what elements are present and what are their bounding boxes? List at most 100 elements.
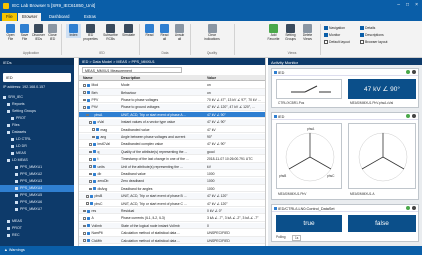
read-all-button[interactable]: Read all	[157, 24, 172, 41]
column-header-value[interactable]: Value	[207, 76, 263, 80]
expand-icon[interactable]	[83, 106, 86, 109]
table-row[interactable]: db Deadband value 1000	[79, 171, 265, 178]
default-layout-button[interactable]: Default layout	[324, 40, 350, 44]
close-icon[interactable]	[412, 206, 416, 211]
expand-icon[interactable]	[92, 128, 95, 131]
expand-icon[interactable]	[89, 187, 92, 191]
tree-node[interactable]: MEAS	[0, 218, 74, 225]
expand-icon[interactable]	[83, 239, 86, 242]
table-row[interactable]: zeroDb Zero deadband 1000	[79, 178, 265, 185]
phasor-diagram[interactable]: phsA phsB phsC	[276, 123, 342, 189]
tree-node[interactable]: PROT	[0, 225, 74, 232]
expand-icon[interactable]	[89, 172, 92, 176]
boolean-tile[interactable]: true	[276, 215, 342, 232]
breaker-tile[interactable]	[276, 79, 342, 99]
simulate-button[interactable]: Simulate	[121, 24, 136, 38]
tree-node[interactable]: MEAS	[0, 150, 74, 157]
subscribe-rcbs-button[interactable]: Subscribe RCBs	[103, 24, 118, 41]
tree-node-selected[interactable]: PPS_MMXU4	[0, 185, 74, 192]
table-row[interactable]: PPV Phase to phase voltages 70 kV ∠ 47°, 1…	[79, 97, 265, 104]
table-row[interactable]: q Quality of the attribute(s) representin…	[79, 148, 265, 156]
table-row[interactable]: A Phase currents (IL1, IL2, IL3) 3 kA ∠ -7…	[79, 215, 265, 222]
tab-dashboard[interactable]: Dashboard	[45, 13, 74, 21]
add-icon[interactable]	[406, 70, 410, 75]
table-row[interactable]: phsC UNIT, ACD, Trip or start event of ph…	[79, 200, 265, 207]
read-button[interactable]: Read	[142, 24, 157, 38]
unsubscribe-all-button[interactable]: Unsub all	[172, 24, 187, 41]
table-row[interactable]: Mod Mode on	[79, 82, 265, 89]
phasor-diagram[interactable]	[348, 123, 416, 189]
tab-extras[interactable]: Extras	[80, 13, 100, 21]
boolean-tile[interactable]: false	[348, 215, 416, 232]
table-row[interactable]: units Unit of the attribute(s) representi…	[79, 163, 265, 170]
expand-icon[interactable]	[83, 224, 86, 228]
open-file-button[interactable]: Open File	[3, 24, 18, 41]
tree-node[interactable]: PPS_MMXU6	[0, 199, 74, 206]
expand-icon[interactable]	[89, 121, 92, 124]
table-row[interactable]: mag Deadbanded value 47 kV	[79, 126, 265, 133]
monitor-checkbox[interactable]: Monitor	[324, 33, 340, 37]
close-ied-button[interactable]: Close IED	[45, 24, 60, 41]
maximize-icon[interactable]: □	[406, 2, 409, 8]
tree-node[interactable]: LD CTRL	[0, 136, 74, 143]
delete-views-button[interactable]: Delete Views	[300, 24, 315, 41]
descriptions-checkbox[interactable]: Descriptions	[360, 33, 384, 37]
value-tile[interactable]: 47 kV ∠ 90°	[348, 79, 416, 99]
expand-icon[interactable]	[89, 150, 92, 154]
setting-groups-button[interactable]: Setting Groups	[283, 24, 298, 41]
tree-node[interactable]: PPS_MMXU1	[0, 164, 74, 171]
tree-node[interactable]: Datasets	[0, 129, 74, 136]
table-row[interactable]: VolImb State of the logical node instant …	[79, 222, 265, 230]
tree-node[interactable]: SR9_IEC	[0, 94, 74, 101]
tree-node[interactable]: PPS_MMXU3	[0, 178, 74, 185]
table-row[interactable]: ang Angle between phase voltages and curr…	[79, 133, 265, 141]
details-checkbox[interactable]: Details	[360, 26, 375, 30]
add-favorite-button[interactable]: Add Favorite	[266, 24, 281, 41]
table-row[interactable]: dbAng Deadband for angles 1000	[79, 186, 265, 193]
device-selector[interactable]: IED	[3, 73, 71, 82]
table-row[interactable]: PhV Phase to ground voltages 47 kV ∠ 120°,…	[79, 104, 265, 111]
expand-icon[interactable]	[89, 165, 92, 168]
expand-icon[interactable]	[83, 98, 86, 102]
expand-icon[interactable]	[83, 209, 86, 213]
table-row-selected[interactable]: phsA UNIT, ACD, Trip or start event of ph…	[79, 111, 265, 119]
discover-ieds-button[interactable]: Discover IEDs	[31, 24, 46, 41]
tab-browser[interactable]: Browser	[18, 13, 42, 21]
expand-icon[interactable]	[83, 84, 86, 87]
expand-icon[interactable]	[83, 217, 86, 220]
add-icon[interactable]	[406, 206, 410, 211]
tree-node[interactable]: Files	[0, 122, 74, 129]
clear-indications-button[interactable]: Clear indications	[200, 24, 224, 41]
tree-node[interactable]: Reports	[0, 101, 74, 108]
expand-icon[interactable]	[89, 158, 92, 161]
warnings-label[interactable]: Warnings	[9, 248, 25, 252]
expand-icon[interactable]	[89, 180, 92, 183]
table-row[interactable]: phsB UNIT, ACD, Trip or start event of ph…	[79, 193, 265, 200]
table-row[interactable]: Beh Behaviour on	[79, 89, 265, 96]
expand-icon[interactable]	[92, 135, 95, 139]
close-icon[interactable]	[412, 114, 416, 119]
tab-file[interactable]: File	[2, 13, 17, 21]
add-icon[interactable]	[406, 114, 410, 119]
tree-node[interactable]: PPS_MMXU2	[0, 171, 74, 178]
expand-icon[interactable]	[89, 143, 92, 146]
tree-node[interactable]: PROT	[0, 115, 74, 122]
table-row[interactable]: ClcMth Calculation method of statistical …	[79, 237, 265, 244]
table-row[interactable]: cVal Instant values of a vector type valu…	[79, 119, 265, 126]
polling-select[interactable]: 1s	[292, 235, 302, 241]
expand-icon[interactable]	[86, 202, 89, 205]
navigation-checkbox[interactable]: Navigation	[324, 26, 345, 30]
tree-node[interactable]: Setting Groups	[0, 108, 74, 115]
column-header-name[interactable]: Name	[83, 76, 119, 80]
expand-icon[interactable]	[86, 113, 89, 117]
table-row[interactable]: t Timestamp of the last change in one of …	[79, 156, 265, 163]
tree-node[interactable]: LD MEAS	[0, 157, 74, 164]
node-title-field[interactable]: MEAS_MMXU1 Measurement	[82, 67, 182, 73]
column-header-description[interactable]: Description	[121, 76, 203, 80]
table-row[interactable]: res Residual 0 kV ∠ 0°	[79, 207, 265, 215]
expand-icon[interactable]	[83, 91, 86, 94]
tree-node[interactable]: PPS_MMXU7	[0, 206, 74, 213]
expand-icon[interactable]	[86, 195, 89, 198]
table-row[interactable]: NamPlt Calculation method of statistical …	[79, 230, 265, 237]
tree-node[interactable]: PPS_MMXU5	[0, 192, 74, 199]
